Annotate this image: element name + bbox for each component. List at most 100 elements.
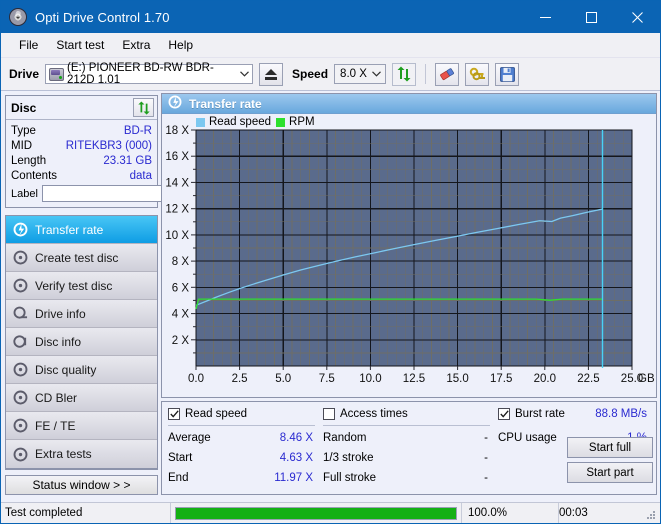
drive-toolbar: Drive (E:) PIONEER BD-RW BDR-212D 1.01 S… (1, 58, 660, 91)
sidebar-item-label: Create test disc (35, 251, 118, 265)
results-access-times: Access times Random - 1/3 stroke - Full (323, 406, 498, 488)
drive-select[interactable]: (E:) PIONEER BD-RW BDR-212D 1.01 (45, 64, 253, 84)
end-value: 11.97 X (274, 472, 313, 484)
svg-text:10.0: 10.0 (359, 373, 381, 385)
sidebar-item-cd-bler[interactable]: CD Bler (6, 384, 157, 412)
bitsetting-button[interactable] (465, 63, 489, 86)
speed-label: Speed (292, 67, 328, 81)
results-panel: Read speed Average 8.46 X Start 4.63 X (161, 401, 657, 495)
minimize-icon[interactable] (522, 1, 568, 33)
save-button[interactable] (495, 63, 519, 86)
speed-select-value: 8.0 X (340, 68, 367, 80)
divider (323, 425, 490, 426)
svg-text:GB: GB (638, 373, 655, 385)
extra-tests-icon (13, 447, 28, 462)
sidebar-item-fe-te[interactable]: FE / TE (6, 412, 157, 440)
erase-button[interactable] (435, 63, 459, 86)
sidebar-item-disc-info[interactable]: Disc info (6, 328, 157, 356)
progress-bar (171, 503, 461, 523)
start-key: Start (168, 452, 192, 464)
drive-label: Drive (9, 67, 39, 81)
sidebar-item-label: Disc info (35, 335, 81, 349)
svg-text:7.5: 7.5 (319, 373, 335, 385)
caption-buttons (522, 1, 660, 33)
chevron-down-icon (368, 65, 385, 83)
fe-te-icon (13, 418, 28, 433)
disc-contents-key: Contents (11, 170, 57, 182)
create-test-disc-icon (13, 250, 28, 265)
random-key: Random (323, 432, 366, 444)
svg-text:20.0: 20.0 (534, 373, 556, 385)
svg-text:12.5: 12.5 (403, 373, 425, 385)
svg-text:8 X: 8 X (172, 256, 190, 268)
disc-panel-title: Disc (11, 101, 36, 115)
read-speed-checkbox-row[interactable]: Read speed (168, 406, 323, 422)
refresh-button[interactable] (392, 63, 416, 86)
eraser-icon (439, 67, 456, 82)
full-stroke-value: - (484, 472, 488, 484)
speed-select[interactable]: 8.0 X (334, 64, 386, 84)
optical-drive-icon (49, 68, 64, 81)
menu-help[interactable]: Help (159, 35, 202, 55)
burst-rate-checkbox[interactable] (498, 408, 510, 420)
panel-title: Transfer rate (189, 97, 262, 111)
sidebar-item-label: Verify test disc (35, 279, 112, 293)
transfer-rate-icon (13, 222, 28, 237)
sidebar-item-disc-quality[interactable]: Disc quality (6, 356, 157, 384)
sidebar-item-label: CD Bler (35, 391, 77, 405)
keys-icon (469, 67, 486, 82)
cd-bler-icon (13, 390, 28, 405)
result-row-random: Random - (323, 428, 498, 448)
sidebar-item-extra-tests[interactable]: Extra tests (6, 440, 157, 468)
sidebar-item-drive-info[interactable]: Drive info (6, 300, 157, 328)
disc-type-value: BD-R (124, 125, 152, 137)
third-stroke-value: - (484, 452, 488, 464)
disc-row-mid: MID RITEKBR3 (000) (11, 138, 152, 153)
disc-row-contents: Contents data (11, 168, 152, 183)
sidebar: Disc Type BD-R MID RITE (1, 91, 161, 495)
svg-text:22.5: 22.5 (577, 373, 599, 385)
disc-mid-value: RITEKBR3 (000) (66, 140, 152, 152)
full-stroke-key: Full stroke (323, 472, 376, 484)
read-speed-checkbox[interactable] (168, 408, 180, 420)
transfer-rate-icon (168, 95, 182, 112)
disc-info-rows: Type BD-R MID RITEKBR3 (000) Length 23.3… (6, 120, 157, 207)
menu-start-test[interactable]: Start test (47, 35, 113, 55)
disc-mid-key: MID (11, 140, 32, 152)
eject-button[interactable] (259, 63, 283, 86)
disc-length-value: 23.31 GB (103, 155, 152, 167)
title-bar: Opti Drive Control 1.70 (1, 1, 660, 33)
disc-refresh-button[interactable] (133, 98, 154, 117)
floppy-save-icon (500, 67, 515, 82)
access-times-checkbox-row[interactable]: Access times (323, 406, 498, 422)
menu-extra[interactable]: Extra (113, 35, 159, 55)
sidebar-item-verify-test-disc[interactable]: Verify test disc (6, 272, 157, 300)
sidebar-item-label: Extra tests (35, 447, 92, 461)
content-area: Transfer rate Read speed RPM 2 X4 X6 X8 (161, 91, 660, 495)
sidebar-item-transfer-rate[interactable]: Transfer rate (6, 216, 157, 244)
sidebar-item-create-test-disc[interactable]: Create test disc (6, 244, 157, 272)
chevron-down-icon (238, 65, 253, 83)
start-full-button[interactable]: Start full (567, 437, 653, 458)
access-times-checkbox[interactable] (323, 408, 335, 420)
resize-grip-icon[interactable] (645, 509, 657, 521)
end-key: End (168, 472, 188, 484)
disc-panel: Disc Type BD-R MID RITE (5, 95, 158, 208)
svg-text:0.0: 0.0 (188, 373, 204, 385)
sidebar-filler (5, 469, 158, 470)
status-window-button[interactable]: Status window > > (5, 475, 158, 495)
disc-row-length: Length 23.31 GB (11, 153, 152, 168)
legend-swatch-rpm (276, 118, 285, 127)
start-value: 4.63 X (280, 452, 313, 464)
average-value: 8.46 X (280, 432, 313, 444)
sidebar-item-label: FE / TE (35, 419, 75, 433)
maximize-icon[interactable] (568, 1, 614, 33)
burst-rate-checkbox-row[interactable]: Burst rate 88.8 MB/s (498, 406, 650, 422)
sidebar-nav: Transfer rate Create test disc Verify te… (5, 215, 158, 469)
close-icon[interactable] (614, 1, 660, 33)
cpu-usage-key: CPU usage (498, 432, 557, 444)
menu-file[interactable]: File (10, 35, 47, 55)
disc-type-key: Type (11, 125, 36, 137)
disc-row-type: Type BD-R (11, 123, 152, 138)
start-part-button[interactable]: Start part (567, 462, 653, 483)
